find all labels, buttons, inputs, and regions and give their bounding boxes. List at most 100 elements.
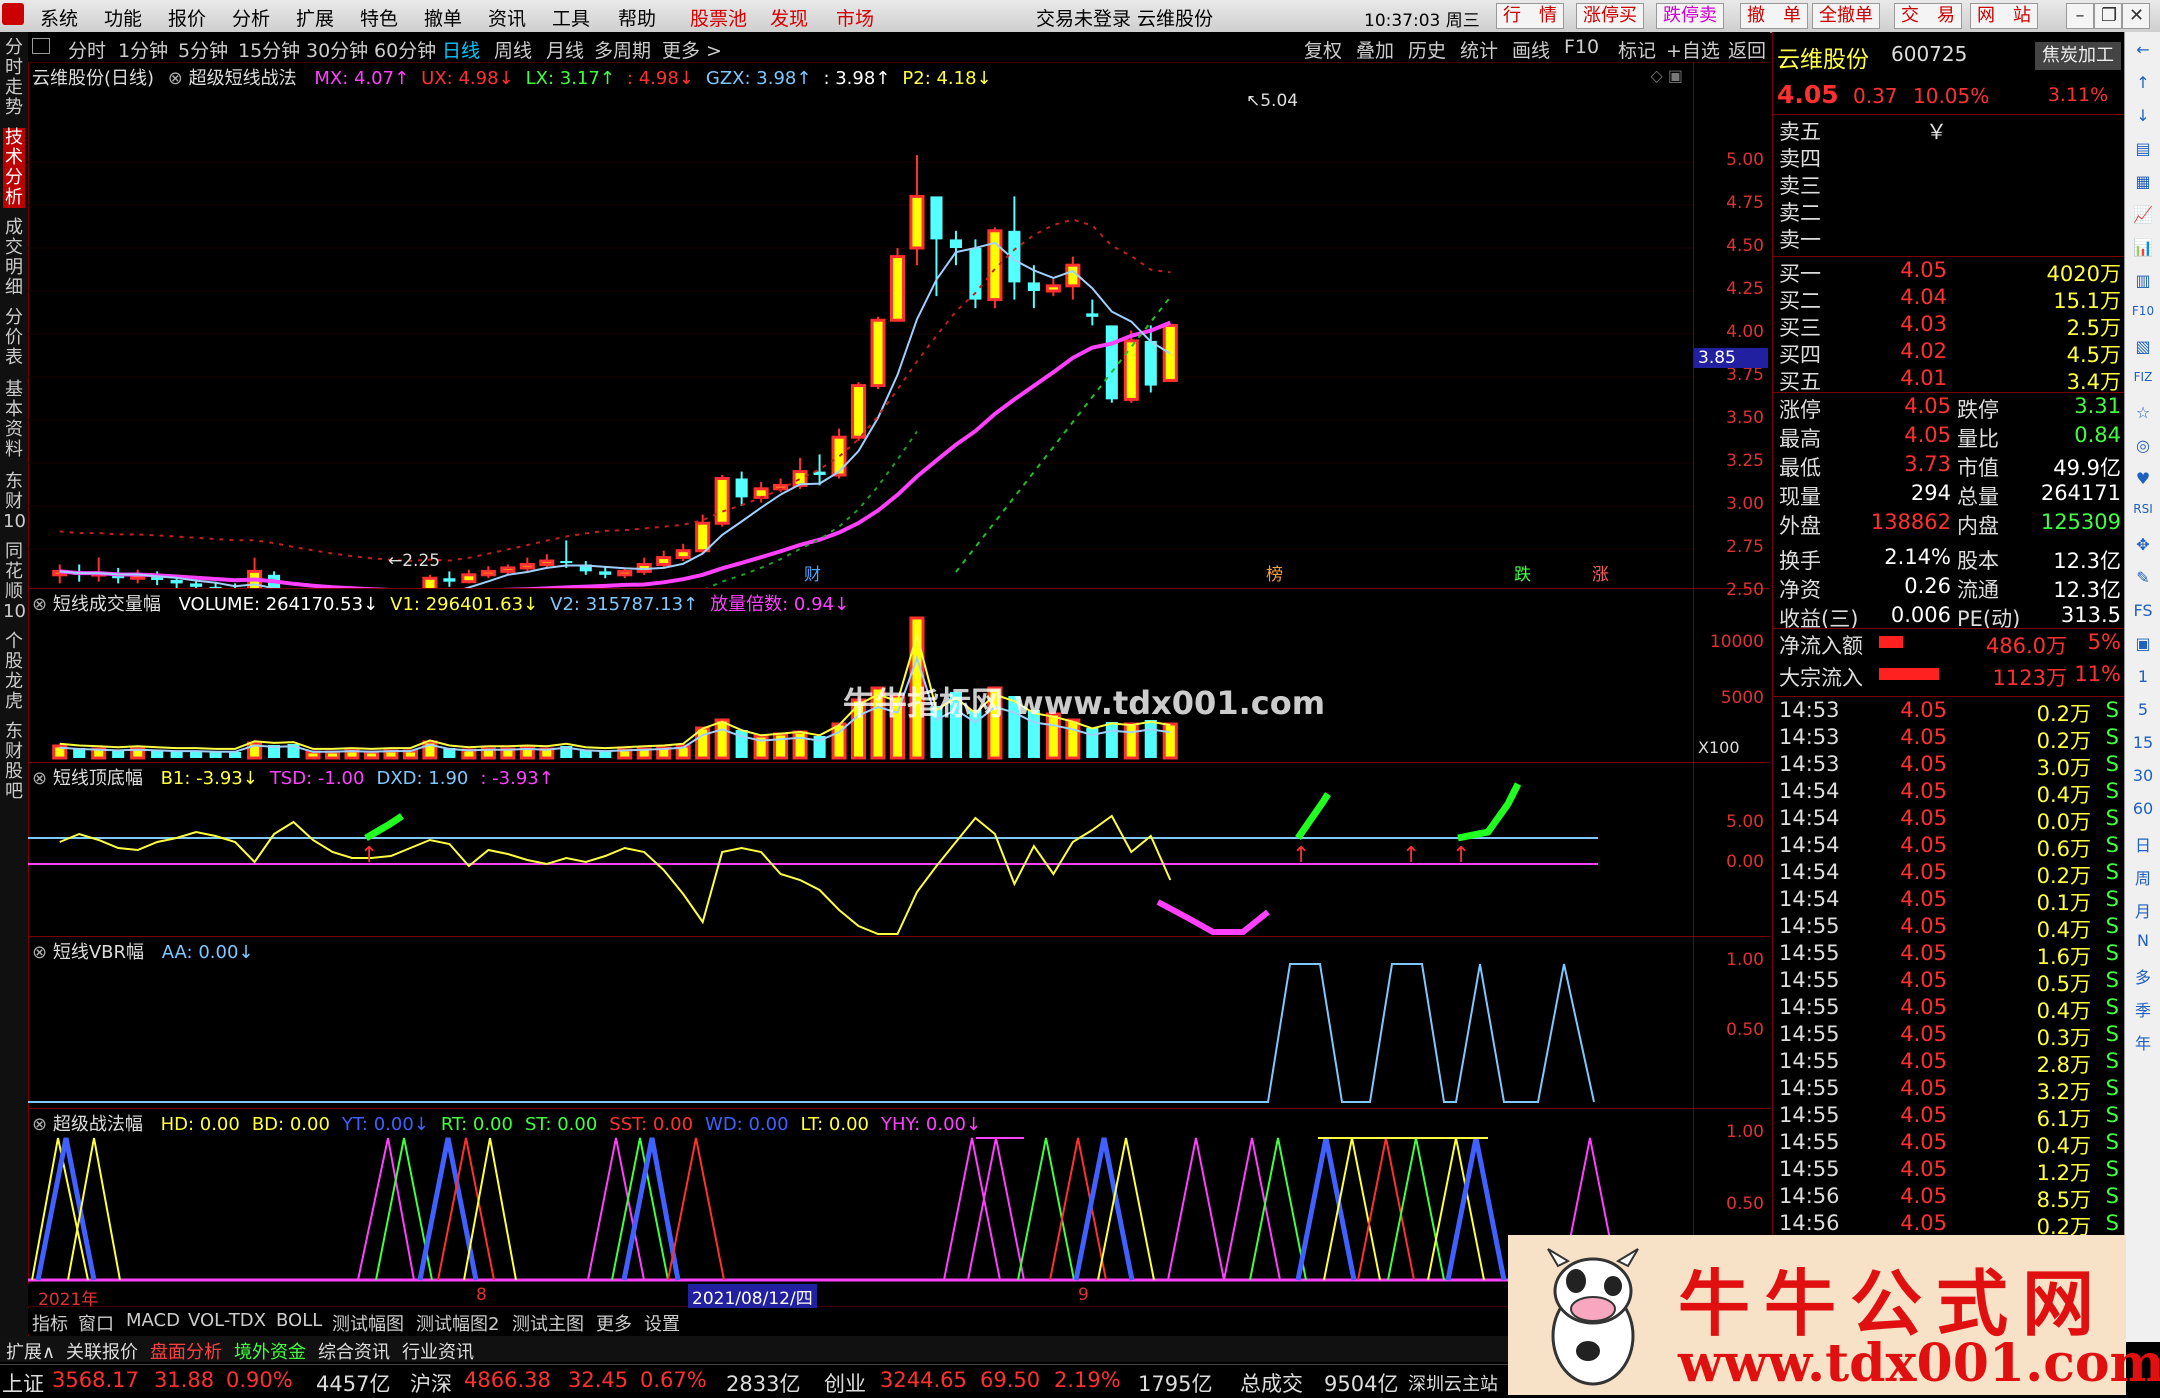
period-5min[interactable]: 5分钟 — [178, 36, 228, 63]
vtab-dragon-tiger[interactable]: 个股龙虎 — [3, 632, 25, 712]
close-icon[interactable]: ✕ — [2122, 3, 2150, 29]
menu-help[interactable]: 帮助 — [618, 4, 656, 31]
menu-analysis[interactable]: 分析 — [232, 4, 270, 31]
subtab-related-quotes[interactable]: 关联报价 — [66, 1338, 138, 1364]
vtab-price-table[interactable]: 分价表 — [3, 308, 25, 368]
vtab-deals[interactable]: 成交明细 — [3, 218, 25, 298]
toolbar-icon[interactable]: ▧ — [2131, 337, 2155, 359]
toolbar-icon[interactable]: 多 — [2131, 964, 2155, 987]
cy-index-label[interactable]: 创业 — [824, 1368, 866, 1398]
toolbar-icon[interactable]: 月 — [2131, 898, 2155, 921]
vtab-technical[interactable]: 技术分析 — [3, 128, 25, 208]
minimize-icon[interactable]: – — [2066, 3, 2094, 29]
period-daily[interactable]: 日线 — [442, 36, 480, 63]
tab-vol-tdx[interactable]: VOL-TDX — [188, 1310, 266, 1331]
toolbar-icon[interactable]: 季 — [2131, 997, 2155, 1020]
toolbar-icon[interactable]: ← — [2131, 40, 2155, 62]
toolbar-icon[interactable]: 30 — [2131, 766, 2155, 788]
sector-button[interactable]: 焦炭加工 — [2035, 42, 2121, 70]
promo-url[interactable]: www.tdx001.com — [1678, 1333, 2160, 1394]
tool-f10[interactable]: F10 — [1564, 36, 1599, 58]
toolbar-icon[interactable]: ▤ — [2131, 139, 2155, 161]
menu-cancel-order[interactable]: 撤单 — [424, 4, 462, 31]
tab-test-main[interactable]: 测试主图 — [512, 1310, 584, 1336]
toolbar-icon[interactable]: 5 — [2131, 700, 2155, 722]
toolbar-icon[interactable]: 15 — [2131, 733, 2155, 755]
sz-index-label[interactable]: 沪深 — [410, 1368, 452, 1398]
tool-back[interactable]: 返回 — [1728, 36, 1766, 63]
toolbar-icon[interactable]: ◎ — [2131, 436, 2155, 458]
tab-test-sub[interactable]: 测试幅图 — [332, 1310, 404, 1336]
menu-stock-pool[interactable]: 股票池 — [690, 4, 747, 31]
sh-index-label[interactable]: 上证 — [2, 1368, 44, 1398]
vtab-eastmoney[interactable]: 东财10 — [3, 472, 26, 532]
menu-system[interactable]: 系统 — [40, 4, 78, 31]
toolbar-icon[interactable]: ▣ — [2131, 634, 2155, 656]
menu-feature[interactable]: 特色 — [360, 4, 398, 31]
toolbar-icon[interactable]: ▥ — [2131, 271, 2155, 293]
period-monthly[interactable]: 月线 — [546, 36, 584, 63]
tab-more[interactable]: 更多 — [596, 1310, 632, 1336]
toolbar-icon[interactable]: FIZ — [2131, 370, 2155, 392]
kline-pane[interactable]: 云维股份(日线) ⊗ 超级短线战法 MX: 4.07↑ UX: 4.98↓ LX: … — [28, 62, 1693, 589]
tab-indicator[interactable]: 指标 — [32, 1310, 68, 1336]
layout-toggle-icon[interactable] — [32, 38, 50, 54]
volume-pane[interactable]: ⊗ 短线成交量幅 VOLUME: 264170.53↓ V1: 296401.63… — [28, 588, 1693, 763]
strategy-pane[interactable]: ⊗ 超级战法幅 HD: 0.00 BD: 0.00 YT: 0.00↓ RT: 0.0… — [28, 1108, 1693, 1285]
menu-function[interactable]: 功能 — [104, 4, 142, 31]
toolbar-icon[interactable]: ✎ — [2131, 568, 2155, 590]
menu-discover[interactable]: 发现 — [770, 4, 808, 31]
toolbar-icon[interactable]: 日 — [2131, 832, 2155, 855]
btn-trade[interactable]: 交 易 — [1894, 3, 1962, 29]
menu-tools[interactable]: 工具 — [552, 4, 590, 31]
menu-extend[interactable]: 扩展 — [296, 4, 334, 31]
menu-quote[interactable]: 报价 — [168, 4, 206, 31]
tab-boll[interactable]: BOLL — [276, 1310, 322, 1331]
vtab-ths[interactable]: 同花顺10 — [3, 542, 26, 622]
restore-icon[interactable]: ❐ — [2094, 3, 2122, 29]
toolbar-icon[interactable]: 1 — [2131, 667, 2155, 689]
period-60min[interactable]: 60分钟 — [374, 36, 436, 63]
period-intraday[interactable]: 分时 — [68, 36, 106, 63]
tab-window[interactable]: 窗口 — [78, 1310, 114, 1336]
btn-market[interactable]: 行 情 — [1496, 3, 1564, 29]
tab-test-sub2[interactable]: 测试幅图2 — [416, 1310, 499, 1336]
period-weekly[interactable]: 周线 — [494, 36, 532, 63]
toolbar-icon[interactable]: ↓ — [2131, 106, 2155, 128]
tool-adjust[interactable]: 复权 — [1304, 36, 1342, 63]
vtab-fundamentals[interactable]: 基本资料 — [3, 380, 25, 460]
btn-cancel[interactable]: 撤 单 — [1740, 3, 1808, 29]
toolbar-icon[interactable]: ▦ — [2131, 172, 2155, 194]
btn-cancel-all[interactable]: 全撤单 — [1812, 3, 1880, 29]
period-15min[interactable]: 15分钟 — [238, 36, 300, 63]
toolbar-icon[interactable]: 周 — [2131, 865, 2155, 888]
period-1min[interactable]: 1分钟 — [118, 36, 168, 63]
toolbar-icon[interactable]: F10 — [2131, 304, 2155, 326]
btn-limit-up-buy[interactable]: 涨停买 — [1576, 3, 1644, 29]
toolbar-icon[interactable]: ✥ — [2131, 535, 2155, 557]
subtab-industry-news[interactable]: 行业资讯 — [402, 1338, 474, 1364]
toolbar-icon[interactable]: N — [2131, 931, 2155, 953]
subtab-foreign-funds[interactable]: 境外资金 — [234, 1338, 306, 1364]
menu-news[interactable]: 资讯 — [488, 4, 526, 31]
topbottom-pane[interactable]: ⊗ 短线顶底幅 B1: -3.93↓ TSD: -1.00 DXD: 1.90: -… — [28, 762, 1693, 937]
menu-market[interactable]: 市场 — [836, 4, 874, 31]
toolbar-icon[interactable]: ☆ — [2131, 403, 2155, 425]
tool-overlay[interactable]: 叠加 — [1356, 36, 1394, 63]
toolbar-icon[interactable]: RSI — [2131, 502, 2155, 524]
tool-draw[interactable]: 画线 — [1512, 36, 1550, 63]
vtab-intraday[interactable]: 分时走势 — [3, 38, 25, 118]
tab-macd[interactable]: MACD — [126, 1310, 180, 1331]
btn-website[interactable]: 网 站 — [1970, 3, 2038, 29]
subtab-market-analysis[interactable]: 盘面分析 — [150, 1338, 222, 1364]
vbr-pane[interactable]: ⊗ 短线VBR幅 AA: 0.00↓ — [28, 936, 1693, 1109]
tool-mark[interactable]: 标记 — [1618, 36, 1656, 63]
period-more[interactable]: 更多 > — [662, 36, 722, 63]
tool-add-watch[interactable]: +自选 — [1666, 36, 1720, 63]
toolbar-icon[interactable]: 年 — [2131, 1030, 2155, 1053]
toolbar-icon[interactable]: 📊 — [2131, 238, 2155, 260]
period-30min[interactable]: 30分钟 — [306, 36, 368, 63]
vtab-forum[interactable]: 东财股吧 — [3, 722, 25, 802]
tab-settings[interactable]: 设置 — [644, 1310, 680, 1336]
toolbar-icon[interactable]: 📈 — [2131, 205, 2155, 227]
